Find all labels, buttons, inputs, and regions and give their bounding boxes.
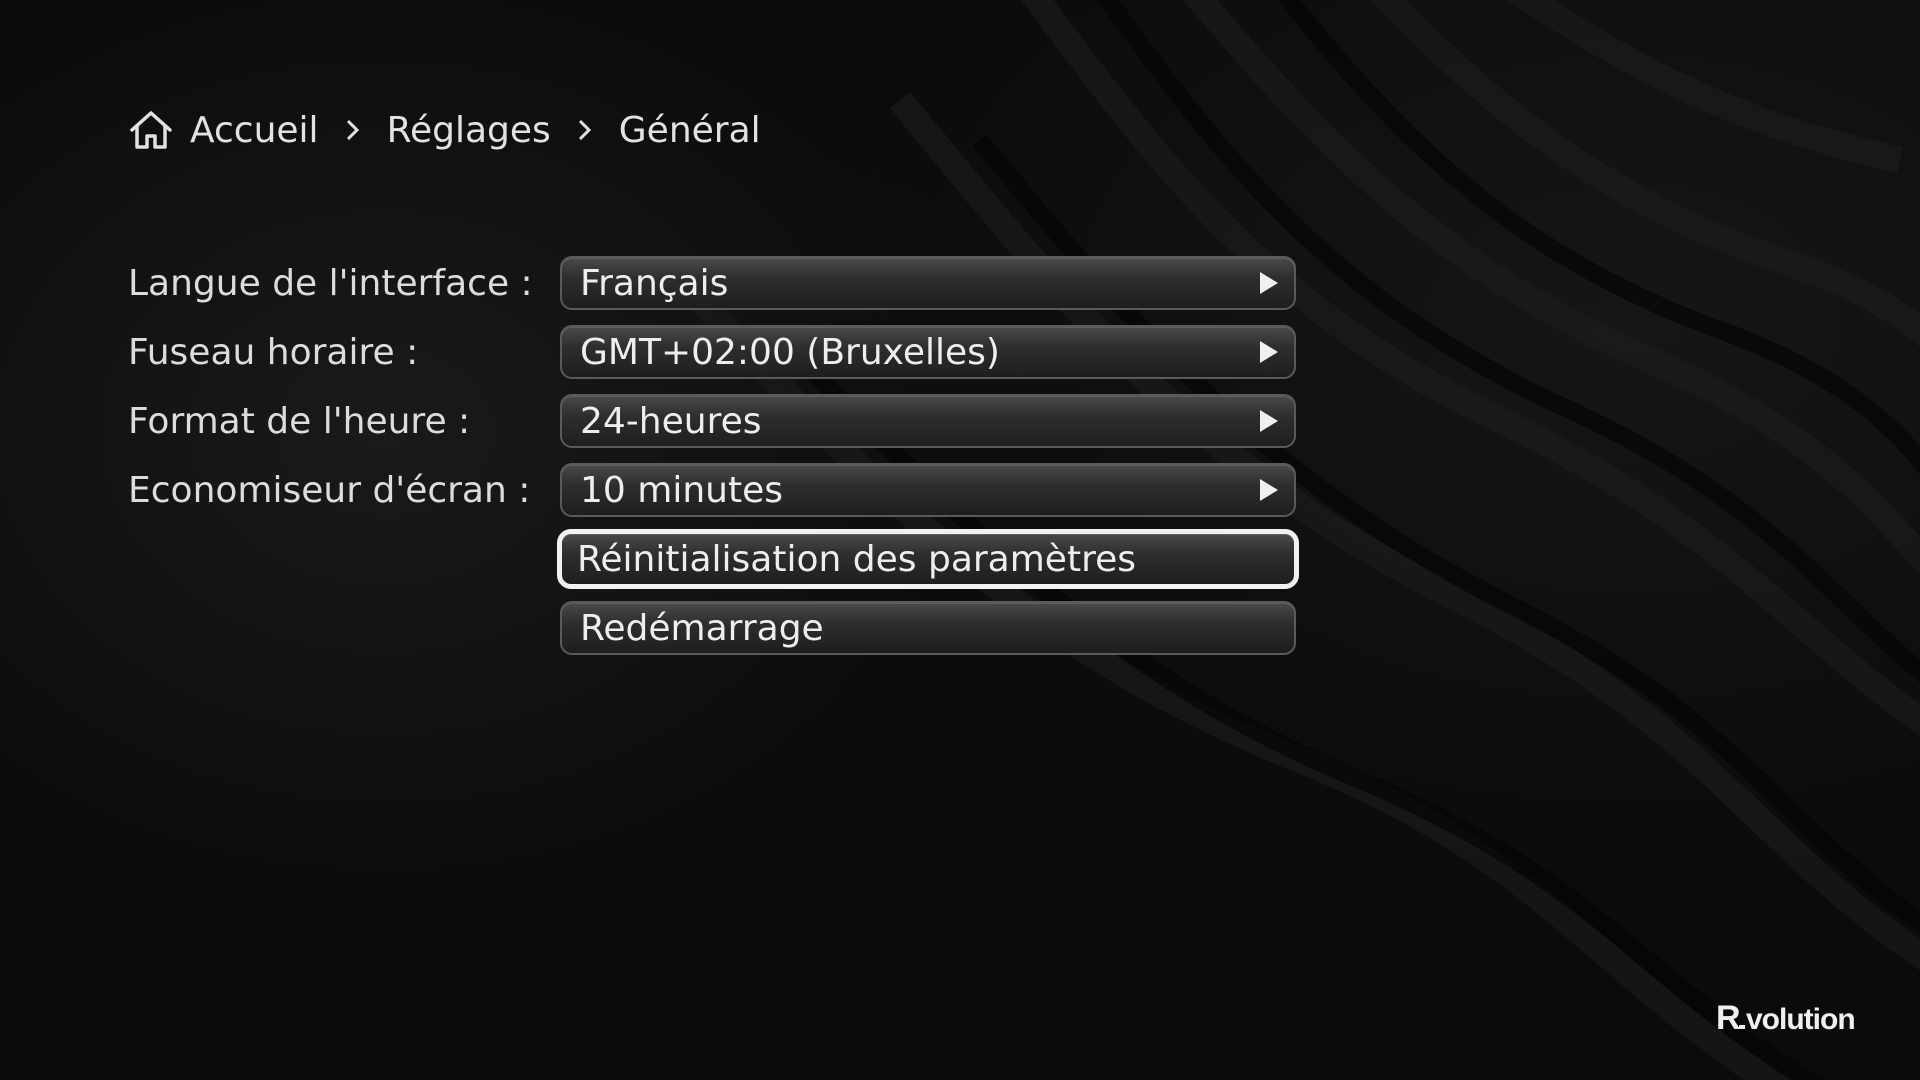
brand-logo: R volution [1716, 997, 1876, 1046]
breadcrumb-settings[interactable]: Réglages [387, 110, 551, 151]
svg-text:R: R [1716, 999, 1740, 1037]
setting-row-language: Langue de l'interface : Français [128, 254, 1299, 312]
screensaver-selector[interactable]: 10 minutes [560, 463, 1296, 517]
breadcrumb: Accueil Réglages Général [128, 104, 761, 156]
play-arrow-icon [1260, 341, 1278, 363]
button-label: Redémarrage [580, 607, 824, 649]
setting-row-time-format: Format de l'heure : 24-heures [128, 392, 1299, 450]
setting-row-screensaver: Economiseur d'écran : 10 minutes [128, 461, 1299, 519]
setting-value: 10 minutes [580, 469, 783, 511]
rvolution-logo: R volution [1716, 999, 1856, 1037]
svg-text:volution: volution [1746, 1003, 1855, 1036]
chevron-right-icon [343, 116, 363, 144]
setting-row-timezone: Fuseau horaire : GMT+02:00 (Bruxelles) [128, 323, 1299, 381]
play-arrow-icon [1260, 272, 1278, 294]
language-selector[interactable]: Français [560, 256, 1296, 310]
setting-label: Economiseur d'écran : [128, 469, 531, 511]
chevron-right-icon [575, 116, 595, 144]
setting-label: Fuseau horaire : [128, 331, 419, 373]
action-row-restart: Redémarrage [128, 599, 1299, 657]
breadcrumb-home[interactable]: Accueil [190, 110, 319, 151]
time-format-selector[interactable]: 24-heures [560, 394, 1296, 448]
restart-button[interactable]: Redémarrage [560, 601, 1296, 655]
home-icon [128, 109, 174, 151]
setting-label: Format de l'heure : [128, 400, 471, 442]
reset-settings-button[interactable]: Réinitialisation des paramètres [557, 529, 1299, 589]
setting-label: Langue de l'interface : [128, 262, 533, 304]
timezone-selector[interactable]: GMT+02:00 (Bruxelles) [560, 325, 1296, 379]
action-row-reset: Réinitialisation des paramètres [128, 529, 1299, 589]
breadcrumb-general: Général [618, 109, 761, 151]
setting-value: 24-heures [580, 400, 762, 442]
settings-list: Langue de l'interface : Français Fuseau … [128, 254, 1299, 668]
settings-screen: Accueil Réglages Général Langue de l'int… [0, 0, 1920, 1080]
play-arrow-icon [1260, 410, 1278, 432]
setting-value: Français [580, 262, 729, 304]
button-label: Réinitialisation des paramètres [577, 538, 1136, 580]
setting-value: GMT+02:00 (Bruxelles) [580, 331, 1000, 373]
play-arrow-icon [1260, 479, 1278, 501]
